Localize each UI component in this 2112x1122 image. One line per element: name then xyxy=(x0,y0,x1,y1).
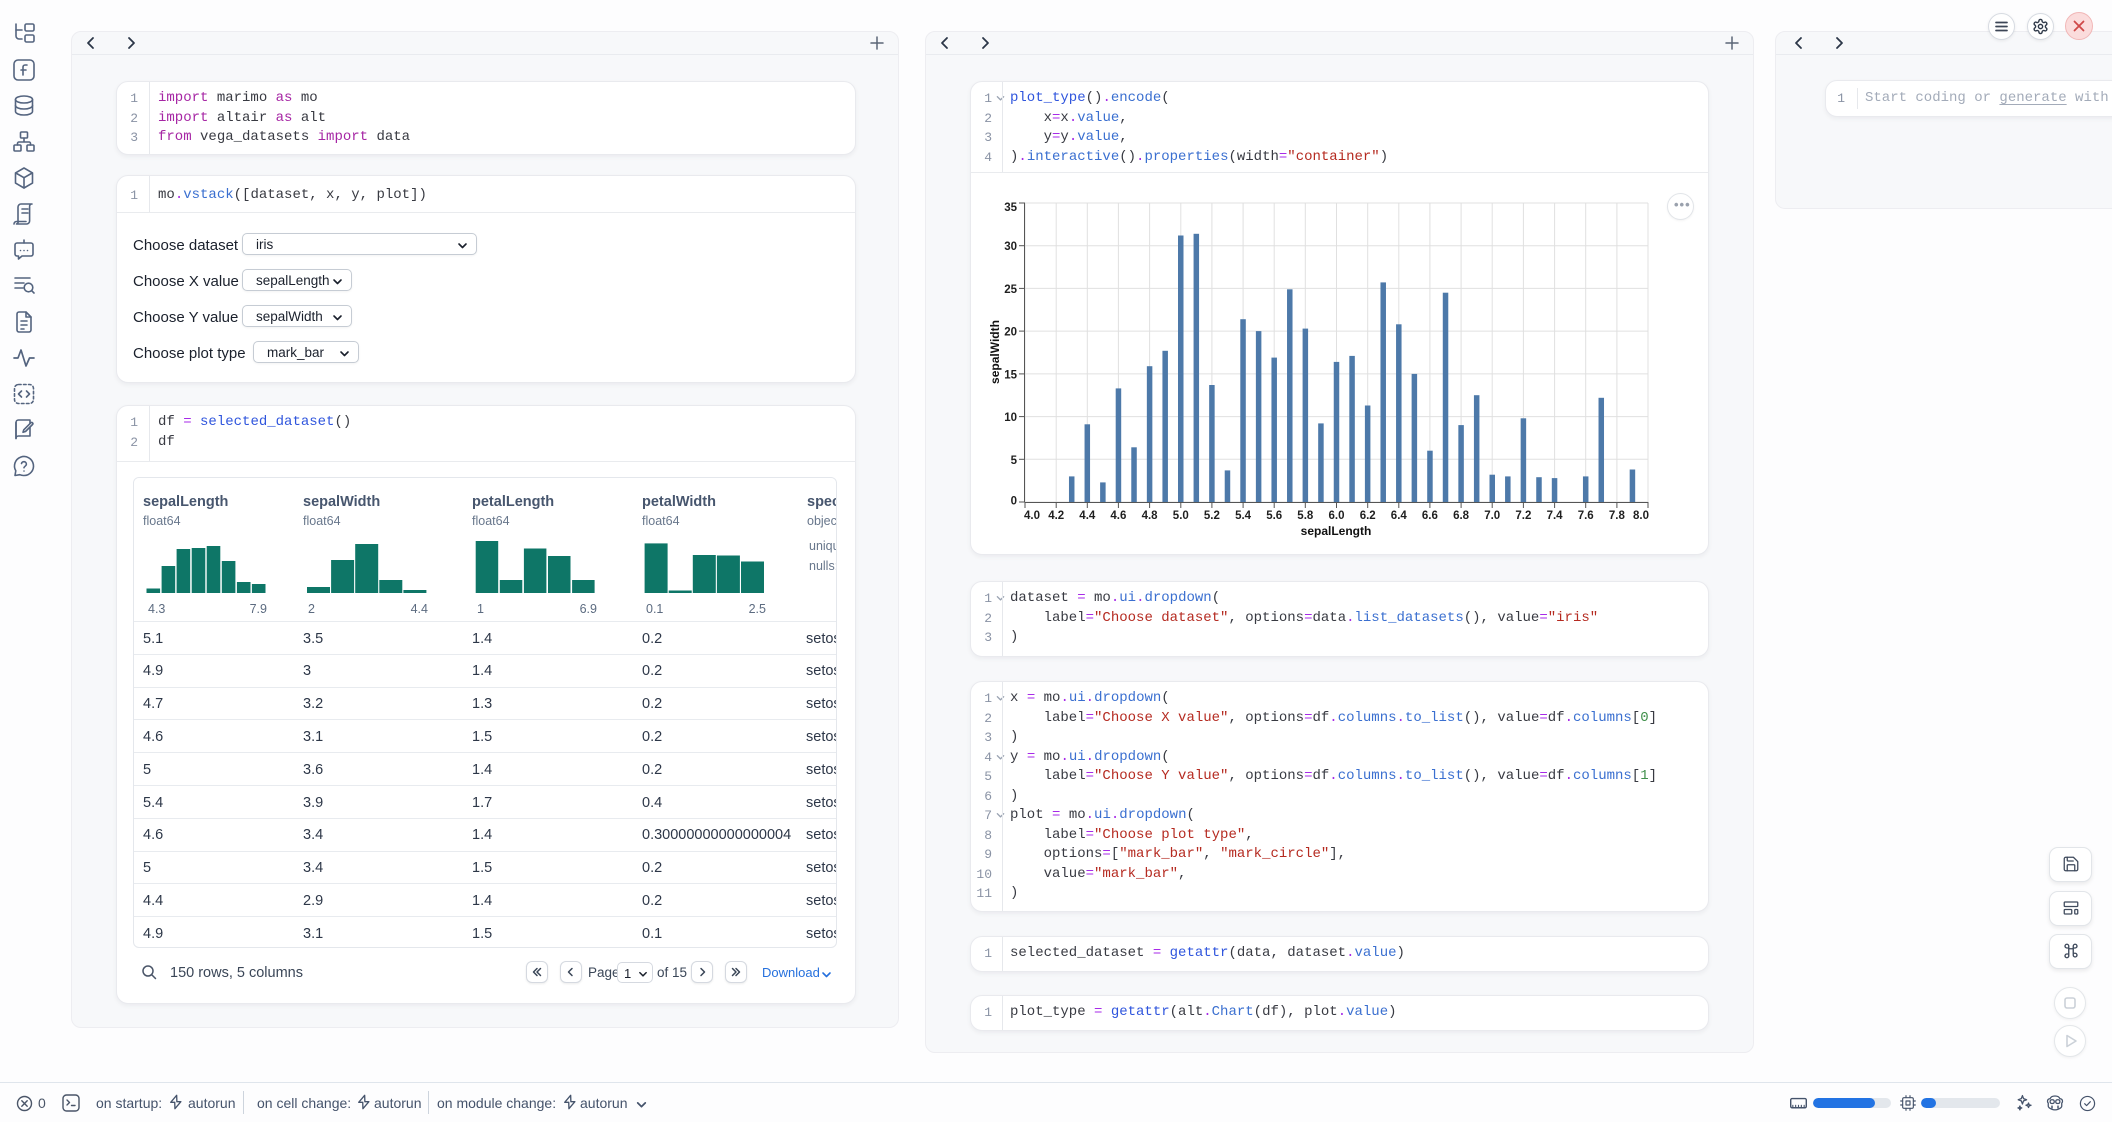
svg-text:6.6: 6.6 xyxy=(1422,510,1438,522)
svg-text:7.6: 7.6 xyxy=(1578,510,1594,522)
svg-text:sepalWidth: sepalWidth xyxy=(988,320,1002,384)
svg-text:8.0: 8.0 xyxy=(1633,510,1649,522)
svg-text:7.0: 7.0 xyxy=(1484,510,1500,522)
svg-text:20: 20 xyxy=(1004,327,1017,339)
svg-text:4.0: 4.0 xyxy=(1024,510,1040,522)
svg-text:15: 15 xyxy=(1004,369,1017,381)
svg-text:25: 25 xyxy=(1004,284,1017,296)
svg-text:6.0: 6.0 xyxy=(1329,510,1345,522)
svg-text:0: 0 xyxy=(1011,496,1017,508)
svg-text:5.2: 5.2 xyxy=(1204,510,1220,522)
svg-text:4.8: 4.8 xyxy=(1142,510,1159,522)
svg-text:5.0: 5.0 xyxy=(1173,510,1189,522)
svg-text:7.8: 7.8 xyxy=(1609,510,1626,522)
svg-text:30: 30 xyxy=(1004,241,1017,253)
svg-text:10: 10 xyxy=(1004,412,1017,424)
svg-text:35: 35 xyxy=(1004,202,1017,214)
svg-text:5.8: 5.8 xyxy=(1297,510,1314,522)
svg-text:6.8: 6.8 xyxy=(1453,510,1470,522)
svg-text:sepalLength: sepalLength xyxy=(1301,524,1372,538)
svg-text:6.4: 6.4 xyxy=(1391,510,1408,522)
svg-text:4.2: 4.2 xyxy=(1048,510,1064,522)
svg-text:7.2: 7.2 xyxy=(1515,510,1531,522)
svg-text:4.6: 4.6 xyxy=(1110,510,1126,522)
svg-text:6.2: 6.2 xyxy=(1360,510,1376,522)
svg-text:7.4: 7.4 xyxy=(1547,510,1564,522)
svg-text:5.6: 5.6 xyxy=(1266,510,1282,522)
svg-text:5.4: 5.4 xyxy=(1235,510,1252,522)
svg-text:4.4: 4.4 xyxy=(1079,510,1096,522)
svg-text:5: 5 xyxy=(1011,455,1018,467)
